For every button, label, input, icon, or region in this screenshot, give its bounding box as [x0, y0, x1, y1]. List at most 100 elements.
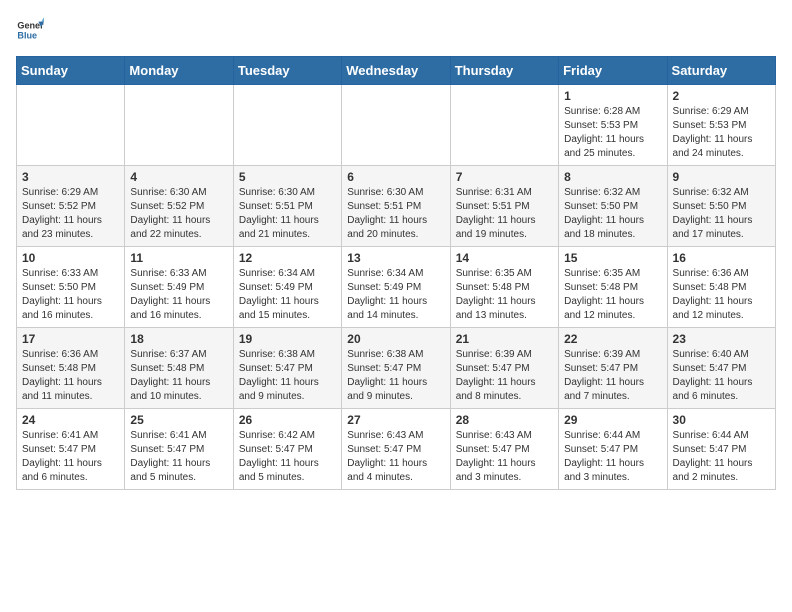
day-info: Sunrise: 6:28 AMSunset: 5:53 PMDaylight:… [564, 105, 661, 161]
calendar-cell: 24Sunrise: 6:41 AMSunset: 5:47 PMDayligh… [17, 409, 125, 490]
day-number: 13 [347, 251, 444, 265]
calendar-cell: 11 Sunrise: 6:33 AMSunset: 5:49 PMDayligh… [125, 247, 233, 328]
day-number: 27 [347, 413, 444, 427]
day-info: Sunrise: 6:30 AMSunset: 5:51 PMDaylight:… [347, 186, 444, 242]
weekday-header-thursday: Thursday [450, 57, 558, 85]
calendar-cell: 4 Sunrise: 6:30 AMSunset: 5:52 PMDaylight… [125, 166, 233, 247]
calendar-cell: 25 Sunrise: 6:41 AMSunset: 5:47 PMDayligh… [125, 409, 233, 490]
svg-text:Blue: Blue [17, 30, 37, 40]
day-number: 19 [239, 332, 336, 346]
day-info: Sunrise: 6:32 AMSunset: 5:50 PMDaylight:… [673, 186, 770, 242]
weekday-header-monday: Monday [125, 57, 233, 85]
day-number: 17 [22, 332, 119, 346]
week-row-1: 1 Sunrise: 6:28 AMSunset: 5:53 PMDaylight… [17, 85, 776, 166]
calendar-cell: 3 Sunrise: 6:29 AMSunset: 5:52 PMDaylight… [17, 166, 125, 247]
day-info: Sunrise: 6:30 AMSunset: 5:52 PMDaylight:… [130, 186, 227, 242]
day-number: 15 [564, 251, 661, 265]
calendar-cell: 29 Sunrise: 6:44 AMSunset: 5:47 PMDayligh… [559, 409, 667, 490]
calendar-cell: 7 Sunrise: 6:31 AMSunset: 5:51 PMDaylight… [450, 166, 558, 247]
calendar-cell: 21 Sunrise: 6:39 AMSunset: 5:47 PMDayligh… [450, 328, 558, 409]
day-number: 30 [673, 413, 770, 427]
weekday-header-tuesday: Tuesday [233, 57, 341, 85]
day-number: 6 [347, 170, 444, 184]
day-number: 12 [239, 251, 336, 265]
day-number: 2 [673, 89, 770, 103]
day-info: Sunrise: 6:35 AMSunset: 5:48 PMDaylight:… [456, 267, 553, 323]
day-number: 18 [130, 332, 227, 346]
day-info: Sunrise: 6:31 AMSunset: 5:51 PMDaylight:… [456, 186, 553, 242]
calendar-cell: 30 Sunrise: 6:44 AMSunset: 5:47 PMDayligh… [667, 409, 775, 490]
day-number: 26 [239, 413, 336, 427]
day-info: Sunrise: 6:41 AMSunset: 5:47 PMDaylight:… [130, 429, 227, 485]
day-number: 28 [456, 413, 553, 427]
calendar-cell: 6 Sunrise: 6:30 AMSunset: 5:51 PMDaylight… [342, 166, 450, 247]
calendar-cell: 17Sunrise: 6:36 AMSunset: 5:48 PMDayligh… [17, 328, 125, 409]
calendar-cell: 8 Sunrise: 6:32 AMSunset: 5:50 PMDaylight… [559, 166, 667, 247]
calendar-cell [17, 85, 125, 166]
calendar-cell: 1 Sunrise: 6:28 AMSunset: 5:53 PMDaylight… [559, 85, 667, 166]
day-info: Sunrise: 6:40 AMSunset: 5:47 PMDaylight:… [673, 348, 770, 404]
day-number: 11 [130, 251, 227, 265]
day-info: Sunrise: 6:34 AMSunset: 5:49 PMDaylight:… [239, 267, 336, 323]
day-info: Sunrise: 6:39 AMSunset: 5:47 PMDaylight:… [456, 348, 553, 404]
day-info: Sunrise: 6:37 AMSunset: 5:48 PMDaylight:… [130, 348, 227, 404]
calendar-cell: 10Sunrise: 6:33 AMSunset: 5:50 PMDayligh… [17, 247, 125, 328]
day-number: 9 [673, 170, 770, 184]
day-info: Sunrise: 6:32 AMSunset: 5:50 PMDaylight:… [564, 186, 661, 242]
weekday-header-saturday: Saturday [667, 57, 775, 85]
calendar-cell: 23 Sunrise: 6:40 AMSunset: 5:47 PMDayligh… [667, 328, 775, 409]
day-number: 23 [673, 332, 770, 346]
day-info: Sunrise: 6:30 AMSunset: 5:51 PMDaylight:… [239, 186, 336, 242]
day-number: 1 [564, 89, 661, 103]
week-row-3: 10Sunrise: 6:33 AMSunset: 5:50 PMDayligh… [17, 247, 776, 328]
calendar-cell: 13 Sunrise: 6:34 AMSunset: 5:49 PMDayligh… [342, 247, 450, 328]
calendar-cell: 14 Sunrise: 6:35 AMSunset: 5:48 PMDayligh… [450, 247, 558, 328]
day-info: Sunrise: 6:36 AMSunset: 5:48 PMDaylight:… [673, 267, 770, 323]
week-row-4: 17Sunrise: 6:36 AMSunset: 5:48 PMDayligh… [17, 328, 776, 409]
calendar-cell: 12 Sunrise: 6:34 AMSunset: 5:49 PMDayligh… [233, 247, 341, 328]
day-info: Sunrise: 6:33 AMSunset: 5:49 PMDaylight:… [130, 267, 227, 323]
day-info: Sunrise: 6:42 AMSunset: 5:47 PMDaylight:… [239, 429, 336, 485]
calendar-cell: 27 Sunrise: 6:43 AMSunset: 5:47 PMDayligh… [342, 409, 450, 490]
day-info: Sunrise: 6:44 AMSunset: 5:47 PMDaylight:… [673, 429, 770, 485]
day-info: Sunrise: 6:38 AMSunset: 5:47 PMDaylight:… [239, 348, 336, 404]
calendar-cell: 5 Sunrise: 6:30 AMSunset: 5:51 PMDaylight… [233, 166, 341, 247]
day-number: 7 [456, 170, 553, 184]
day-number: 16 [673, 251, 770, 265]
calendar-cell [233, 85, 341, 166]
calendar-cell: 20 Sunrise: 6:38 AMSunset: 5:47 PMDayligh… [342, 328, 450, 409]
calendar-cell [125, 85, 233, 166]
day-number: 29 [564, 413, 661, 427]
day-number: 8 [564, 170, 661, 184]
calendar-cell: 16 Sunrise: 6:36 AMSunset: 5:48 PMDayligh… [667, 247, 775, 328]
calendar-cell: 22Sunrise: 6:39 AMSunset: 5:47 PMDayligh… [559, 328, 667, 409]
day-info: Sunrise: 6:39 AMSunset: 5:47 PMDaylight:… [564, 348, 661, 404]
day-info: Sunrise: 6:38 AMSunset: 5:47 PMDaylight:… [347, 348, 444, 404]
page-header: General Blue [16, 16, 776, 44]
day-number: 5 [239, 170, 336, 184]
day-number: 20 [347, 332, 444, 346]
day-info: Sunrise: 6:43 AMSunset: 5:47 PMDaylight:… [456, 429, 553, 485]
day-info: Sunrise: 6:29 AMSunset: 5:52 PMDaylight:… [22, 186, 119, 242]
day-number: 3 [22, 170, 119, 184]
weekday-header-friday: Friday [559, 57, 667, 85]
day-number: 21 [456, 332, 553, 346]
day-number: 24 [22, 413, 119, 427]
calendar-cell: 28 Sunrise: 6:43 AMSunset: 5:47 PMDayligh… [450, 409, 558, 490]
logo-icon: General Blue [16, 16, 44, 44]
week-row-2: 3 Sunrise: 6:29 AMSunset: 5:52 PMDaylight… [17, 166, 776, 247]
logo: General Blue [16, 16, 44, 44]
day-info: Sunrise: 6:35 AMSunset: 5:48 PMDaylight:… [564, 267, 661, 323]
day-info: Sunrise: 6:34 AMSunset: 5:49 PMDaylight:… [347, 267, 444, 323]
day-info: Sunrise: 6:44 AMSunset: 5:47 PMDaylight:… [564, 429, 661, 485]
day-info: Sunrise: 6:29 AMSunset: 5:53 PMDaylight:… [673, 105, 770, 161]
day-number: 4 [130, 170, 227, 184]
calendar-table: SundayMondayTuesdayWednesdayThursdayFrid… [16, 56, 776, 490]
weekday-header-row: SundayMondayTuesdayWednesdayThursdayFrid… [17, 57, 776, 85]
calendar-cell [450, 85, 558, 166]
day-info: Sunrise: 6:43 AMSunset: 5:47 PMDaylight:… [347, 429, 444, 485]
calendar-cell [342, 85, 450, 166]
day-number: 14 [456, 251, 553, 265]
day-info: Sunrise: 6:33 AMSunset: 5:50 PMDaylight:… [22, 267, 119, 323]
day-number: 25 [130, 413, 227, 427]
